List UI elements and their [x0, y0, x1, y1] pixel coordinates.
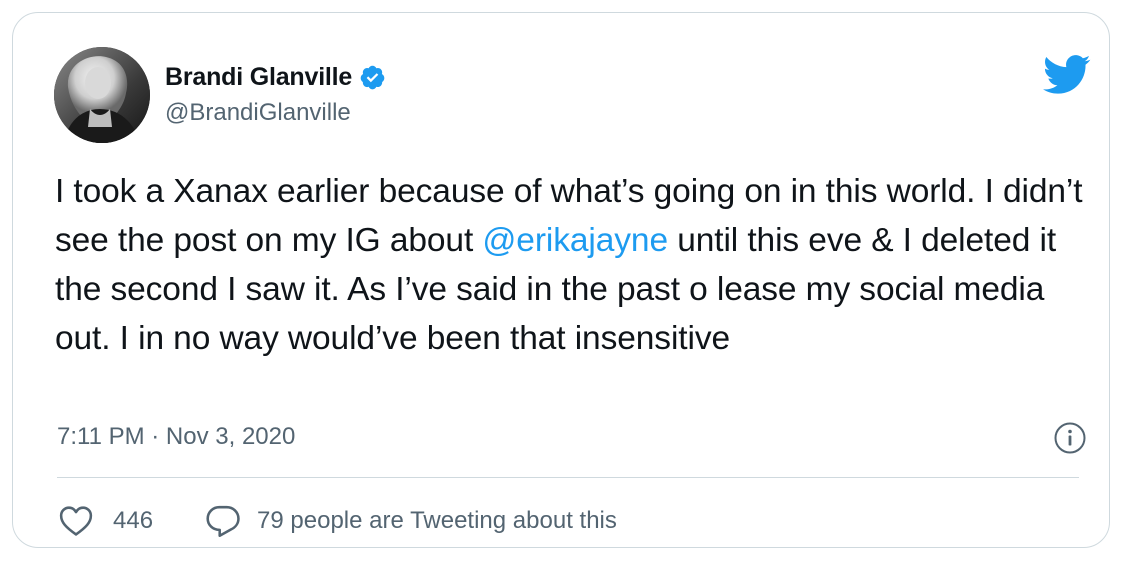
info-icon[interactable]: [1053, 421, 1087, 455]
divider: [57, 477, 1079, 478]
heart-icon: [59, 505, 93, 537]
tweet-actions: 446 79 people are Tweeting about this: [59, 501, 617, 541]
twitter-bird-icon[interactable]: [1043, 55, 1091, 95]
like-count: 446: [113, 507, 154, 534]
reply-label: 79 people are Tweeting about this: [257, 507, 617, 534]
avatar-image: [54, 47, 150, 143]
author-name-row[interactable]: Brandi Glanville: [165, 59, 386, 95]
avatar[interactable]: [54, 47, 150, 143]
tweet-timestamp[interactable]: 7:11 PM · Nov 3, 2020: [57, 423, 295, 451]
display-name[interactable]: Brandi Glanville: [165, 63, 352, 92]
tweet-text: I took a Xanax earlier because of what’s…: [55, 167, 1085, 363]
mention-link[interactable]: @erikajayne: [482, 222, 668, 259]
user-handle[interactable]: @BrandiGlanville: [165, 99, 351, 127]
verified-badge-icon: [359, 64, 386, 91]
tweet-card: Brandi Glanville @BrandiGlanville I took…: [12, 12, 1110, 548]
like-button[interactable]: 446: [59, 505, 153, 537]
reply-button[interactable]: 79 people are Tweeting about this: [205, 504, 617, 538]
speech-bubble-icon: [205, 504, 241, 538]
